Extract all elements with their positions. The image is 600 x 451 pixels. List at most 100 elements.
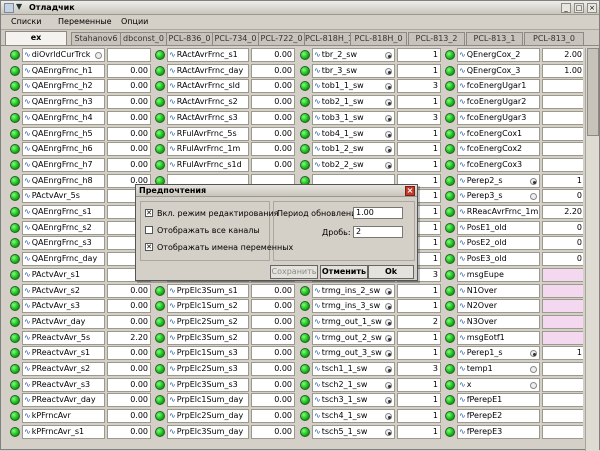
variable-value[interactable]	[542, 284, 583, 298]
variable-value[interactable]	[542, 393, 583, 407]
radio-indicator-icon[interactable]	[385, 303, 392, 310]
variable-value[interactable]: 0.00	[251, 284, 295, 298]
variable-value[interactable]: 0.00	[107, 142, 151, 156]
variable-name[interactable]: ∿QAEnrgFrnc_day	[22, 252, 105, 266]
radio-indicator-icon[interactable]	[530, 193, 537, 200]
variable-value[interactable]: 0.00	[251, 346, 295, 360]
variable-name[interactable]: ∿fcoEnergUgar3	[457, 111, 540, 125]
variable-value[interactable]: 0.00	[107, 362, 151, 376]
variable-name[interactable]: ∿trmg_out_3_sw	[312, 346, 395, 360]
variable-value[interactable]: 0.00	[107, 158, 151, 172]
variable-value[interactable]: 1	[397, 95, 441, 109]
edit-mode-checkbox[interactable]: ✕	[145, 209, 153, 217]
variable-name[interactable]: ∿N3Over	[457, 315, 540, 329]
radio-indicator-icon[interactable]	[385, 350, 392, 357]
variable-value[interactable]: 0.00	[107, 393, 151, 407]
radio-indicator-icon[interactable]	[385, 335, 392, 342]
update-period-input[interactable]: 1.00	[353, 207, 403, 219]
variable-name[interactable]: ∿PrpElc3Sum_s1	[167, 284, 249, 298]
variable-name[interactable]: ∿tob1_2_sw	[312, 142, 395, 156]
variable-value[interactable]: 1	[397, 299, 441, 313]
variable-value[interactable]: 0.00	[251, 362, 295, 376]
variable-name[interactable]: ∿PActvAvr_s2	[22, 284, 105, 298]
variable-name[interactable]: ∿Perep2_s	[457, 174, 540, 188]
variable-name[interactable]: ∿QEnergCox_3	[457, 64, 540, 78]
radio-indicator-icon[interactable]	[530, 382, 537, 389]
variable-value[interactable]: 0.00	[251, 127, 295, 141]
variable-value[interactable]: 1	[542, 174, 583, 188]
variable-value[interactable]	[542, 111, 583, 125]
variable-name[interactable]: ∿fcoEnergUgar2	[457, 95, 540, 109]
variable-value[interactable]: 0.00	[107, 346, 151, 360]
radio-indicator-icon[interactable]	[385, 68, 392, 75]
variable-value[interactable]: 0.00	[251, 425, 295, 439]
tab-1[interactable]: Stahanov6	[71, 32, 121, 45]
variable-value[interactable]: 0.00	[107, 79, 151, 93]
menu-variables[interactable]: Переменные	[58, 17, 112, 26]
variable-name[interactable]: ∿msgEotf1	[457, 331, 540, 345]
save-button[interactable]: Сохранить	[270, 265, 318, 279]
variable-value[interactable]	[107, 48, 151, 62]
variable-name[interactable]: ∿RFulAvrFrnc_s1d	[167, 158, 249, 172]
variable-name[interactable]: ∿tsch5_1_sw	[312, 425, 395, 439]
variable-name[interactable]: ∿QAEnrgFrnc_h4	[22, 111, 105, 125]
variable-value[interactable]	[542, 331, 583, 345]
variable-value[interactable]: 2	[397, 315, 441, 329]
radio-indicator-icon[interactable]	[385, 366, 392, 373]
variable-name[interactable]: ∿tsch4_1_sw	[312, 409, 395, 423]
variable-value[interactable]: 0.00	[107, 284, 151, 298]
variable-value[interactable]: 0.00	[107, 378, 151, 392]
variable-value[interactable]: 1	[397, 409, 441, 423]
variable-value[interactable]: 0.00	[107, 111, 151, 125]
variable-value[interactable]: 0.00	[251, 299, 295, 313]
fraction-input[interactable]: 2	[353, 226, 403, 238]
variable-value[interactable]	[542, 142, 583, 156]
radio-indicator-icon[interactable]	[95, 52, 102, 59]
variable-value[interactable]: 1	[397, 158, 441, 172]
variable-name[interactable]: ∿PrpElc1Sum_day	[167, 393, 249, 407]
radio-indicator-icon[interactable]	[385, 162, 392, 169]
variable-value[interactable]: 1	[397, 331, 441, 345]
variable-value[interactable]	[542, 299, 583, 313]
variable-value[interactable]: 0.00	[107, 64, 151, 78]
radio-indicator-icon[interactable]	[385, 52, 392, 59]
variable-value[interactable]: 0	[542, 189, 583, 203]
variable-name[interactable]: ∿PReactvAvr_day	[22, 393, 105, 407]
variable-value[interactable]	[542, 268, 583, 282]
variable-name[interactable]: ∿QAEnrgFrnc_h6	[22, 142, 105, 156]
variable-value[interactable]	[542, 95, 583, 109]
menu-arrow-icon[interactable]: ▼	[16, 2, 22, 11]
variable-name[interactable]: ∿RActAvrFrnc_s2	[167, 95, 249, 109]
variable-name[interactable]: ∿PActvAvr_s3	[22, 299, 105, 313]
variable-name[interactable]: ∿PrpElc1Sum_s3	[167, 346, 249, 360]
tab-4[interactable]: PCL-734_0	[212, 32, 259, 45]
variable-value[interactable]: 0.00	[107, 127, 151, 141]
tab-3[interactable]: PCL-836_0	[166, 32, 213, 45]
variable-name[interactable]: ∿PrpElc2Sum_day	[167, 409, 249, 423]
variable-name[interactable]: ∿tob2_2_sw	[312, 158, 395, 172]
variable-value[interactable]: 0.00	[107, 425, 151, 439]
variable-value[interactable]	[542, 79, 583, 93]
variable-value[interactable]: 0.00	[251, 48, 295, 62]
variable-name[interactable]: ∿QAEnrgFrnc_h5	[22, 127, 105, 141]
variable-value[interactable]: 0	[542, 252, 583, 266]
variable-value[interactable]	[542, 362, 583, 376]
variable-name[interactable]: ∿PActvAvr_day	[22, 315, 105, 329]
radio-indicator-icon[interactable]	[530, 178, 537, 185]
menu-options[interactable]: Опции	[121, 17, 148, 26]
variable-name[interactable]: ∿temp1	[457, 362, 540, 376]
variable-name[interactable]: ∿PosE3_old	[457, 252, 540, 266]
variable-name[interactable]: ∿QAEnrgFrnc_s1	[22, 205, 105, 219]
tab-9[interactable]: PCL-813_1	[466, 32, 523, 45]
variable-name[interactable]: ∿tsch1_1_sw	[312, 362, 395, 376]
variable-name[interactable]: ∿diOvrldCurTrck	[22, 48, 105, 62]
variable-name[interactable]: ∿PrpElc2Sum_s2	[167, 315, 249, 329]
radio-indicator-icon[interactable]	[385, 83, 392, 90]
variable-name[interactable]: ∿QAEnrgFrnc_h3	[22, 95, 105, 109]
var-names-checkbox[interactable]: ✕	[145, 243, 153, 251]
variable-name[interactable]: ∿tob3_1_sw	[312, 111, 395, 125]
variable-name[interactable]: ∿Perep1_s	[457, 346, 540, 360]
variable-name[interactable]: ∿RActAvrFrnc_s3	[167, 111, 249, 125]
variable-value[interactable]: 2.20	[542, 205, 583, 219]
variable-value[interactable]: 1	[397, 393, 441, 407]
